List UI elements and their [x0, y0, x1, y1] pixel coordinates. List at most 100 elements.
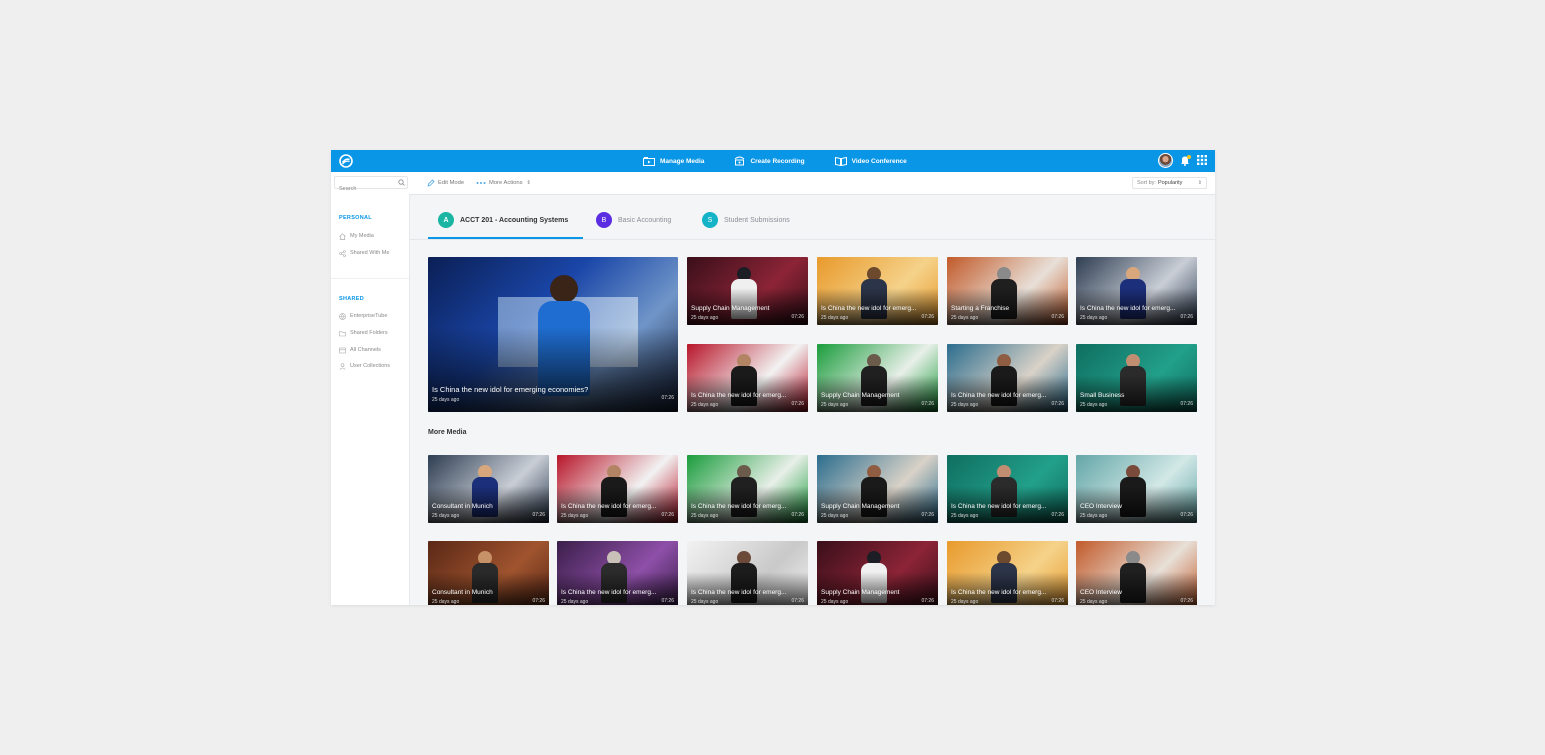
edit-mode-button[interactable]: Edit Mode — [427, 172, 464, 194]
more-media-video-tile[interactable]: Is China the new idol for emerg... 25 day… — [947, 455, 1068, 523]
channels-icon — [339, 347, 346, 353]
video-duration: 07:26 — [1051, 401, 1064, 407]
sidebar-divider — [331, 278, 409, 279]
course-video-tile[interactable]: Starting a Franchise 25 days ago 07:26 — [947, 257, 1068, 325]
tab-label: Basic Accounting — [618, 216, 672, 224]
course-video-tile[interactable]: Small Business 25 days ago 07:26 — [1076, 344, 1197, 412]
nav-label: Manage Media — [660, 157, 705, 165]
more-media-video-tile[interactable]: CEO Interview 25 days ago 07:26 — [1076, 541, 1197, 605]
sidebar-item-label: User Collections — [350, 363, 391, 369]
app-logo-icon[interactable] — [339, 154, 353, 168]
video-date: 25 days ago — [951, 315, 979, 321]
video-title: Supply Chain Management — [821, 503, 900, 510]
tab-label: Student Submissions — [724, 216, 790, 224]
course-video-tile[interactable]: Is China the new idol for emerg... 25 day… — [1076, 257, 1197, 325]
course-video-tile[interactable]: Is China the new idol for emerg... 25 day… — [947, 344, 1068, 412]
course-tabs: A ACCT 201 - Accounting Systems B Basic … — [409, 194, 1215, 240]
video-duration: 07:26 — [1180, 401, 1193, 407]
book-icon — [834, 156, 847, 166]
video-date: 25 days ago — [432, 397, 460, 403]
sidebar-item-label: Shared Folders — [350, 330, 388, 336]
course-video-tile[interactable]: Supply Chain Management 25 days ago 07:26 — [687, 257, 808, 325]
more-actions-label: More Actions — [489, 180, 523, 186]
video-title: Starting a Franchise — [951, 305, 1010, 312]
share-icon — [339, 249, 346, 257]
more-media-video-tile[interactable]: Is China the new idol for emerg... 25 day… — [687, 455, 808, 523]
search-icon[interactable] — [398, 179, 405, 186]
video-title: Is China the new idol for emerg... — [691, 503, 787, 510]
more-media-heading: More Media — [428, 429, 467, 436]
more-media-video-tile[interactable]: Is China the new idol for emerg... 25 day… — [557, 541, 678, 605]
video-date: 25 days ago — [1080, 599, 1108, 605]
tab-student-submissions[interactable]: S Student Submissions — [702, 212, 790, 228]
presenter-head — [550, 275, 578, 303]
sidebar-item-my-media[interactable]: My Media — [339, 231, 374, 241]
video-date: 25 days ago — [691, 599, 719, 605]
tab-label: ACCT 201 - Accounting Systems — [460, 216, 569, 224]
video-title: Is China the new idol for emerg... — [821, 305, 917, 312]
video-date: 25 days ago — [1080, 402, 1108, 408]
video-date: 25 days ago — [691, 402, 719, 408]
more-actions-button[interactable]: More Actions ⇕ — [476, 172, 531, 194]
video-title: CEO Interview — [1080, 589, 1122, 596]
sort-label: Sort by: — [1137, 180, 1156, 186]
search-input[interactable] — [335, 183, 395, 195]
globe-icon — [339, 312, 346, 320]
video-duration: 07:26 — [1051, 512, 1064, 518]
course-video-tile[interactable]: Is China the new idol for emerg... 25 day… — [817, 257, 938, 325]
sidebar-item-all-channels[interactable]: All Channels — [339, 345, 381, 355]
video-duration: 07:26 — [791, 314, 804, 320]
video-date: 25 days ago — [561, 599, 589, 605]
video-duration: 07:26 — [1180, 598, 1193, 604]
more-media-video-tile[interactable]: Is China the new idol for emerg... 25 day… — [557, 455, 678, 523]
top-navigation: Manage Media Create Recording Video Conf… — [643, 150, 937, 172]
more-media-video-tile[interactable]: Supply Chain Management 25 days ago 07:26 — [817, 541, 938, 605]
video-date: 25 days ago — [1080, 315, 1108, 321]
video-duration: 07:26 — [921, 512, 934, 518]
sort-dropdown[interactable]: Sort by: Popularity ⇕ — [1132, 177, 1207, 189]
nav-manage-media[interactable]: Manage Media — [643, 156, 705, 166]
video-duration: 07:26 — [921, 401, 934, 407]
video-duration: 07:26 — [661, 598, 674, 604]
more-media-video-tile[interactable]: Is China the new idol for emerg... 25 day… — [947, 541, 1068, 605]
more-media-video-tile[interactable]: Is China the new idol for emerg... 25 day… — [687, 541, 808, 605]
video-duration: 07:26 — [532, 512, 545, 518]
course-video-tile[interactable]: Is China the new idol for emerg... 25 day… — [687, 344, 808, 412]
video-title: Is China the new idol for emerg... — [561, 589, 657, 596]
nav-create-recording[interactable]: Create Recording — [734, 156, 805, 166]
sidebar-item-enterprisetube[interactable]: EnterpriseTube — [339, 311, 387, 321]
more-media-video-tile[interactable]: Consultant in Munich 25 days ago 07:26 — [428, 541, 549, 605]
more-media-video-tile[interactable]: CEO Interview 25 days ago 07:26 — [1076, 455, 1197, 523]
recording-icon — [735, 156, 745, 166]
video-duration: 07:26 — [532, 598, 545, 604]
video-title: Is China the new idol for emerg... — [561, 503, 657, 510]
video-duration: 07:26 — [921, 314, 934, 320]
video-title: Small Business — [1080, 392, 1125, 399]
sidebar-item-user-collections[interactable]: User Collections — [339, 361, 390, 371]
sidebar: PERSONAL My Media Shared With Me SHARED … — [331, 194, 410, 605]
tab-badge: A — [438, 212, 454, 228]
more-media-video-tile[interactable]: Supply Chain Management 25 days ago 07:26 — [817, 455, 938, 523]
video-duration: 07:26 — [921, 598, 934, 604]
tab-badge: S — [702, 212, 718, 228]
more-media-video-tile[interactable]: Consultant in Munich 25 days ago 07:26 — [428, 455, 549, 523]
video-date: 25 days ago — [951, 599, 979, 605]
video-title: Supply Chain Management — [821, 392, 900, 399]
apps-grid-icon[interactable] — [1197, 155, 1207, 165]
nav-video-conference[interactable]: Video Conference — [834, 156, 907, 166]
video-date: 25 days ago — [432, 599, 460, 605]
video-date: 25 days ago — [691, 513, 719, 519]
featured-video-tile[interactable]: Is China the new idol for emerging econo… — [428, 257, 678, 412]
sidebar-item-shared-with-me[interactable]: Shared With Me — [339, 248, 389, 258]
video-duration: 07:26 — [791, 512, 804, 518]
shared-section-title: SHARED — [339, 296, 365, 302]
video-duration: 07:26 — [661, 395, 674, 401]
sidebar-item-shared-folders[interactable]: Shared Folders — [339, 328, 388, 338]
video-date: 25 days ago — [951, 402, 979, 408]
tab-acct-201[interactable]: A ACCT 201 - Accounting Systems — [438, 212, 568, 228]
course-video-tile[interactable]: Supply Chain Management 25 days ago 07:26 — [817, 344, 938, 412]
tab-basic-accounting[interactable]: B Basic Accounting — [596, 212, 671, 228]
video-date: 25 days ago — [691, 315, 719, 321]
user-avatar[interactable] — [1158, 153, 1173, 168]
video-date: 25 days ago — [821, 599, 849, 605]
